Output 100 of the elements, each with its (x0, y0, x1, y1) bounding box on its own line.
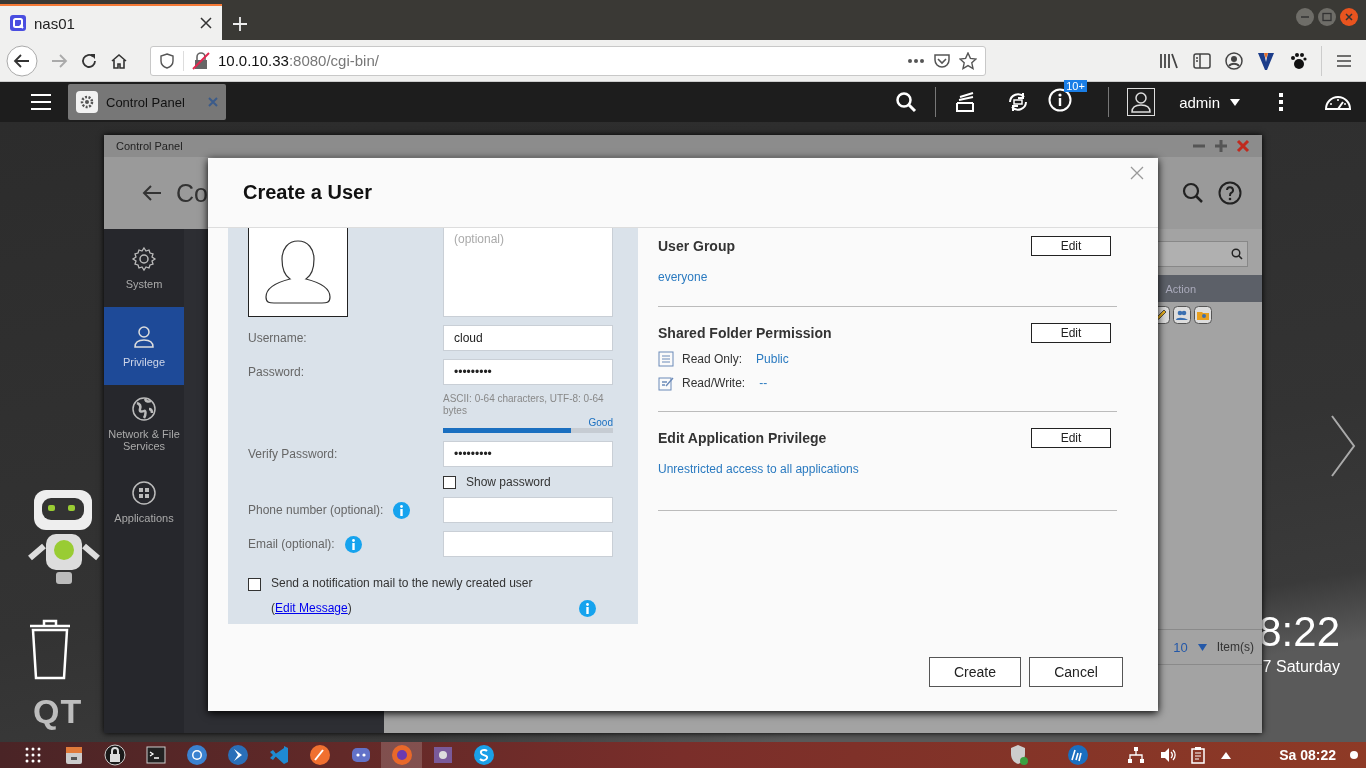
page-title: Co (176, 178, 208, 208)
section-title: User Group (658, 238, 735, 254)
app-logo-icon (10, 15, 26, 31)
pager-label: Item(s) (1216, 640, 1254, 654)
sidebar-item-icon (131, 396, 157, 422)
notification-text: Send a notification mail to the newly created user (Edit Message) (271, 575, 534, 617)
star-icon[interactable] (959, 51, 977, 70)
back-arrow-icon[interactable] (142, 184, 162, 202)
desktop-clock: 8:22 (1258, 608, 1340, 656)
section-value[interactable]: Unrestricted access to all applications (658, 462, 1117, 476)
library-icon[interactable] (1159, 51, 1179, 70)
sidebar-item-icon (131, 324, 157, 350)
app-icon[interactable] (308, 744, 331, 766)
search-icon[interactable] (1182, 182, 1204, 204)
taskbar-clock[interactable]: Sa 08:22 (1279, 747, 1336, 763)
sidebar-item[interactable]: Privilege (104, 307, 184, 385)
sidebar-item[interactable]: System (104, 229, 184, 307)
browser-tab[interactable]: nas01 (0, 4, 222, 40)
permission-icon (658, 351, 674, 367)
kebab-menu-icon[interactable] (1278, 92, 1284, 112)
section-title: Edit Application Privilege (658, 430, 827, 446)
edit-button[interactable]: Edit (1031, 236, 1111, 256)
status-dot-icon (1350, 751, 1358, 759)
account-icon[interactable] (1225, 51, 1243, 70)
home-icon[interactable] (110, 51, 128, 70)
sidebar-item-icon (131, 480, 157, 506)
network-icon[interactable] (1127, 746, 1146, 764)
permission-icon (658, 375, 674, 391)
input-field[interactable]: ••••••••• (443, 359, 613, 385)
up-arrow-icon[interactable] (1221, 751, 1232, 759)
edit-button[interactable]: Edit (1031, 428, 1111, 448)
input-field[interactable]: ••••••••• (443, 441, 613, 467)
input-field[interactable] (443, 531, 613, 557)
checkbox[interactable] (248, 578, 261, 591)
v-shape-icon[interactable] (1257, 50, 1275, 71)
address-bar[interactable]: 10.0.10.33:8080/cgi-bin/ (150, 45, 986, 76)
create-button[interactable]: Create (929, 657, 1021, 687)
pocket-icon[interactable] (933, 51, 951, 70)
edit-button[interactable]: Edit (1031, 323, 1111, 343)
notification-badge: 10+ (1064, 80, 1087, 92)
user-menu[interactable]: admin (1179, 93, 1220, 111)
footprint-icon[interactable] (1289, 51, 1307, 70)
checkbox-label[interactable]: Show password (466, 475, 551, 489)
folder-action-icon[interactable] (1194, 306, 1212, 324)
permission-label: Read/Write: (682, 376, 746, 390)
caret-icon[interactable] (1230, 98, 1240, 106)
search-icon[interactable] (895, 91, 918, 113)
permission-label: Read Only: (682, 352, 743, 366)
avatar-frame[interactable] (248, 228, 348, 317)
help-icon[interactable] (1218, 181, 1242, 205)
sidebar-icon[interactable] (1193, 52, 1211, 69)
app-tab[interactable]: Control Panel (68, 84, 226, 120)
gear-icon (76, 91, 98, 113)
column-header: Action (1165, 282, 1196, 295)
more-icon[interactable] (907, 57, 925, 64)
checkbox[interactable] (443, 475, 456, 489)
group-action-icon[interactable] (1173, 306, 1191, 324)
reload-icon[interactable] (80, 51, 98, 70)
sidebar-item-icon (131, 246, 157, 272)
insecure-lock-icon (192, 51, 210, 70)
field-label: Username: (248, 331, 307, 345)
info-icon[interactable] (1048, 88, 1073, 112)
field-label: Email (optional): (248, 537, 335, 551)
cancel-button[interactable]: Cancel (1029, 657, 1123, 687)
input-field[interactable] (443, 497, 613, 523)
strength-reading: Good (588, 417, 613, 428)
stack-icon[interactable] (954, 91, 977, 113)
permission-value[interactable]: Public (756, 352, 789, 366)
user-icon[interactable] (1127, 88, 1156, 116)
edit-message-link[interactable]: Edit Message (275, 601, 348, 615)
clipboard-icon[interactable] (1191, 746, 1208, 764)
field-label: Password: (248, 365, 305, 379)
volume-icon[interactable] (1159, 746, 1178, 764)
section-title: Shared Folder Permission (658, 325, 832, 341)
back-button[interactable] (6, 44, 38, 77)
sidebar-item[interactable]: Applications (104, 463, 184, 541)
browser-icon[interactable] (185, 744, 208, 766)
dialog-title: Create a User (243, 181, 373, 204)
hint-text: ASCII: 0-64 characters, UTF-8: 0-64 bytes (443, 393, 605, 417)
permission-value[interactable]: -- (759, 376, 768, 390)
search-icon (1231, 248, 1243, 260)
desktop-date: 7 Saturday (1262, 658, 1340, 676)
sidebar-item[interactable]: Network & File Services (104, 385, 184, 463)
close-icon[interactable] (200, 17, 212, 29)
field-label: Phone number (optional): (248, 503, 384, 517)
new-tab-icon[interactable] (232, 16, 248, 32)
section-value[interactable]: everyone (658, 270, 1117, 284)
field-label: Verify Password: (248, 447, 338, 461)
window-title: Control Panel (116, 140, 183, 152)
logo-text: QT (33, 692, 83, 731)
trash-icon[interactable] (28, 618, 72, 680)
video-icon[interactable] (431, 744, 454, 766)
app-icon[interactable] (226, 744, 249, 766)
padlock-icon[interactable] (103, 744, 126, 766)
shield-icon[interactable] (1009, 744, 1030, 766)
app-icon[interactable] (472, 744, 495, 766)
terminal-icon[interactable] (144, 744, 167, 766)
maximize-icon[interactable] (1318, 8, 1336, 26)
input-field[interactable]: cloud (443, 325, 613, 351)
description-field[interactable]: (optional) (443, 228, 613, 317)
